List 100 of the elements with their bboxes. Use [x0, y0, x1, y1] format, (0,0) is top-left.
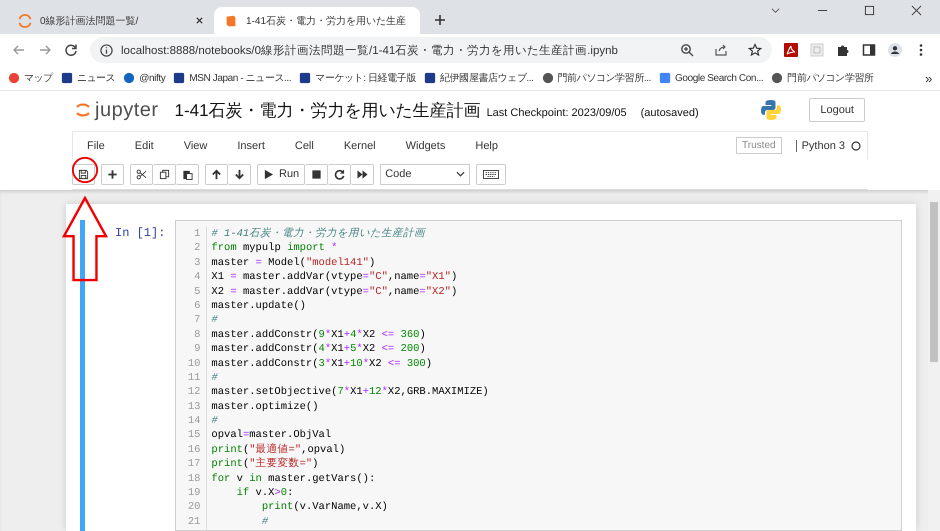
code-line: master = Model("model141") [211, 256, 376, 270]
keyboard-button[interactable] [476, 164, 506, 184]
menu-item[interactable]: Edit [134, 140, 154, 152]
code-line: # [260, 514, 270, 530]
info-icon [100, 44, 113, 56]
notebook-title[interactable]: 1-41石炭・電力・労力を用いた生産計画 [174, 98, 481, 122]
code-line: # 1-41石炭・電力・労力を用いた生産計画 [211, 227, 427, 242]
plus-icon[interactable] [434, 14, 446, 26]
bookmark[interactable]: マーケット: 日経電子版 [299, 71, 416, 85]
browser-tab[interactable]: 0線形計画法問題一覧/ [8, 7, 214, 34]
bookmark[interactable]: 門前パソコン学習所 [771, 71, 874, 85]
menu-item[interactable]: Kernel [344, 140, 376, 152]
bookmark[interactable]: 門前パソコン学習所... [542, 71, 652, 85]
code-line: print("主要変数=") [211, 457, 320, 472]
line-number: 21 [188, 514, 200, 530]
restart-button[interactable] [328, 164, 352, 184]
maximize-icon[interactable] [864, 4, 875, 16]
bookmark-icon [771, 72, 784, 84]
pdf-extension-icon[interactable] [784, 43, 798, 57]
move-up-button[interactable] [205, 164, 228, 184]
input-prompt: In [1]: [115, 225, 166, 242]
bookmark-icon [173, 72, 186, 84]
line-number: 5 [194, 284, 200, 299]
plus-icon [107, 168, 118, 180]
line-number: 9 [194, 342, 200, 357]
jupyter-logo[interactable]: jupyter [75, 98, 159, 122]
side-panel-icon[interactable] [862, 43, 876, 57]
line-number: 14 [188, 414, 200, 428]
fast-forward-icon [356, 168, 368, 180]
menu-item[interactable]: Help [475, 140, 498, 152]
more-bookmarks[interactable]: » [925, 70, 932, 86]
copy-button[interactable] [153, 164, 176, 184]
bookmark[interactable]: MSN Japan - ニュース... [173, 71, 292, 85]
bookmark-icon [299, 72, 312, 84]
line-number: 16 [188, 442, 200, 458]
paste-button[interactable] [176, 164, 199, 184]
code-line: # [211, 370, 219, 386]
line-number: 20 [188, 500, 200, 515]
reload-icon[interactable] [64, 43, 78, 57]
logout-button[interactable]: Logout [809, 98, 865, 122]
profile-icon[interactable] [888, 43, 902, 57]
line-number: 6 [194, 298, 200, 314]
fast-forward-button[interactable] [351, 164, 374, 184]
line-number: 15 [188, 428, 200, 443]
copy-icon [158, 168, 170, 180]
book-icon [224, 14, 238, 28]
close-icon[interactable] [195, 16, 204, 25]
code-line: X2 = master.addVar(vtype="C",name="X2") [211, 284, 458, 299]
bookmark-icon [123, 72, 136, 84]
bookmark[interactable]: 紀伊國屋書店ウェブ... [424, 71, 534, 85]
code-line: master.addConstr(9*X1+4*X2 <= 360) [211, 328, 427, 342]
run-button[interactable]: Run [257, 164, 306, 184]
python-logo-icon [759, 98, 784, 122]
line-number: 10 [188, 356, 200, 371]
share-icon[interactable] [714, 43, 728, 57]
menu-item[interactable]: Insert [237, 140, 265, 152]
play-icon [263, 168, 274, 180]
cut-button[interactable] [130, 164, 153, 184]
bookmark[interactable]: マップ [8, 71, 53, 85]
address-field[interactable]: localhost:8888/notebooks/0線形計画法問題一覧/1-41石炭・電力・労力を用いた生産計画.ipynb [90, 37, 772, 63]
close-icon[interactable] [911, 4, 922, 16]
trusted-indicator[interactable]: Trusted [736, 137, 782, 154]
browser-tab[interactable]: 1-41石炭・電力・労力を用いた生産 [214, 7, 420, 34]
scrollbar[interactable] [928, 190, 940, 531]
insert-cell-button[interactable] [101, 164, 124, 184]
cell-type-dropdown[interactable]: Code [380, 164, 470, 184]
kernel-name[interactable]: Python 3 [796, 140, 845, 152]
code-line: master.update() [211, 298, 307, 314]
stop-button[interactable] [305, 164, 328, 184]
line-number: 11 [188, 370, 200, 386]
stop-icon [310, 168, 322, 180]
code-line: master.addConstr(4*X1+5*X2 <= 200) [211, 342, 427, 357]
zoom-icon[interactable] [680, 43, 694, 57]
menu-item[interactable]: Cell [294, 140, 314, 152]
code-line: # [211, 414, 219, 428]
move-down-button[interactable] [228, 164, 251, 184]
menu-item[interactable]: Widgets [406, 140, 446, 152]
menu-item[interactable]: View [184, 140, 208, 152]
code-line: print(v.VarName,v.X) [260, 500, 389, 515]
line-number: 19 [188, 486, 200, 500]
scrollbar-thumb[interactable] [930, 202, 938, 362]
code-line: X1 = master.addVar(vtype="C",name="X1") [211, 270, 458, 285]
bookmark[interactable]: Google Search Con... [659, 72, 764, 84]
line-number: 12 [188, 385, 200, 400]
bookmark-icon [424, 72, 436, 84]
code-line: master.optimize() [211, 400, 320, 414]
bookmark[interactable]: ニュース [60, 71, 116, 85]
forward-arrow-icon[interactable] [38, 43, 52, 57]
restart-icon [334, 168, 345, 180]
paste-icon [182, 168, 192, 180]
highlight-circle [71, 156, 99, 184]
line-number: 4 [194, 270, 200, 285]
up-arrow-icon [211, 168, 222, 180]
star-icon[interactable] [748, 43, 762, 57]
bookmark[interactable]: @nifty [123, 72, 166, 84]
puzzle-icon[interactable] [836, 43, 850, 57]
save-icon [78, 168, 89, 180]
menu-item[interactable]: File [87, 140, 105, 152]
code-line: # [211, 313, 219, 328]
back-arrow-icon[interactable] [12, 43, 26, 57]
